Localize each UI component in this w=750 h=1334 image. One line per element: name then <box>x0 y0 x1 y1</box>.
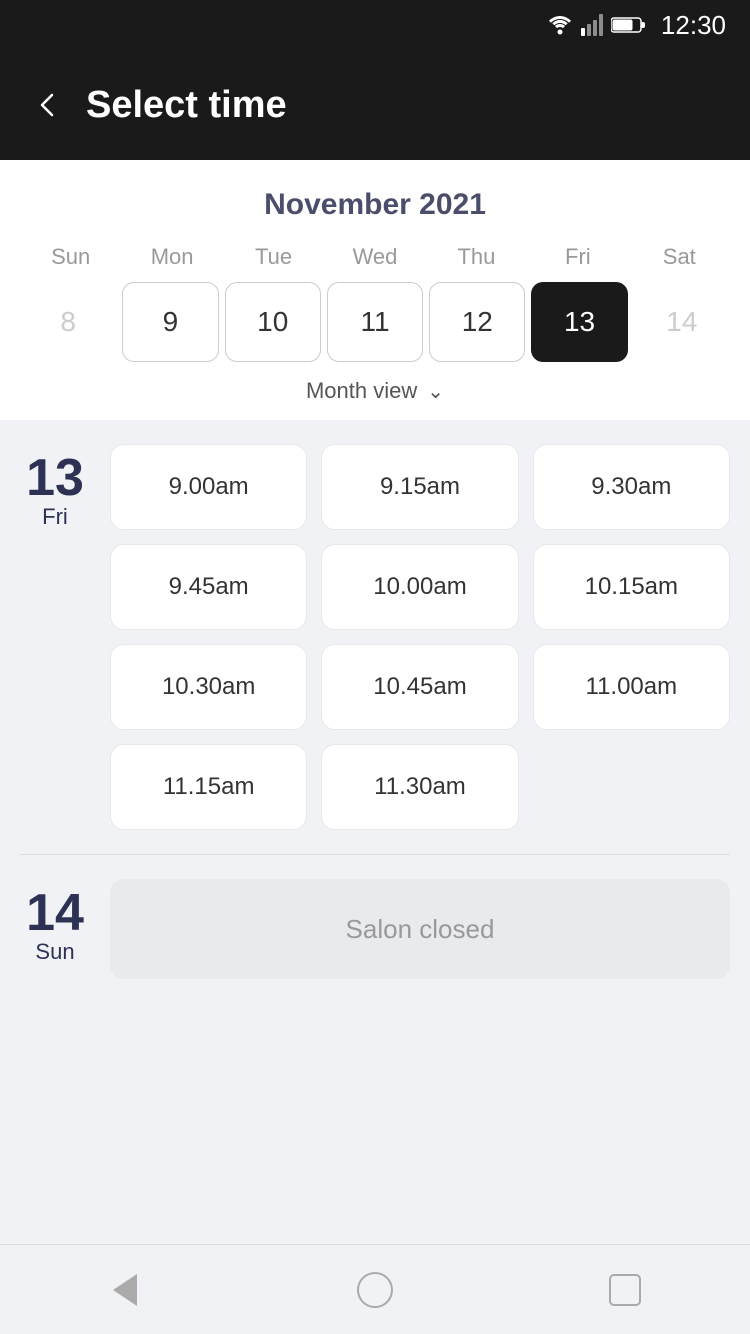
status-time: 12:30 <box>661 10 726 41</box>
time-slot-1000am[interactable]: 10.00am <box>321 544 518 630</box>
day-number-14: 14 <box>26 887 84 939</box>
day-label-13: 13 Fri <box>20 444 90 530</box>
weekday-mon: Mon <box>121 244 222 270</box>
time-slot-945am[interactable]: 9.45am <box>110 544 307 630</box>
recents-square-icon <box>609 1274 641 1306</box>
date-cell-9[interactable]: 9 <box>122 282 218 362</box>
month-year: November 2021 <box>20 188 730 222</box>
weekday-sat: Sat <box>629 244 730 270</box>
day-block-13: 13 Fri 9.00am9.15am9.30am9.45am10.00am10… <box>20 444 730 830</box>
back-button[interactable] <box>32 90 62 120</box>
date-cell-10[interactable]: 10 <box>225 282 321 362</box>
back-triangle-icon <box>113 1274 137 1306</box>
time-slots-grid-13: 9.00am9.15am9.30am9.45am10.00am10.15am10… <box>110 444 730 830</box>
time-slot-1030am[interactable]: 10.30am <box>110 644 307 730</box>
day-name-14: Sun <box>35 939 74 965</box>
nav-recents-button[interactable] <box>595 1260 655 1320</box>
month-view-label: Month view <box>306 378 417 404</box>
weekday-tue: Tue <box>223 244 324 270</box>
header: Select time <box>0 50 750 160</box>
time-slot-1130am[interactable]: 11.30am <box>321 744 518 830</box>
time-slot-1115am[interactable]: 11.15am <box>110 744 307 830</box>
date-cell-13[interactable]: 13 <box>531 282 627 362</box>
date-cell-8: 8 <box>20 282 116 362</box>
chevron-down-icon: ⌄ <box>427 379 444 404</box>
dates-row: 891011121314 <box>20 282 730 362</box>
time-section: 13 Fri 9.00am9.15am9.30am9.45am10.00am10… <box>0 420 750 1003</box>
weekday-fri: Fri <box>527 244 628 270</box>
time-slot-915am[interactable]: 9.15am <box>321 444 518 530</box>
day-number-13: 13 <box>26 452 84 504</box>
nav-back-button[interactable] <box>95 1260 155 1320</box>
divider <box>20 854 730 855</box>
date-cell-14: 14 <box>634 282 730 362</box>
time-slot-1100am[interactable]: 11.00am <box>533 644 730 730</box>
day-block-14: 14 Sun Salon closed <box>20 879 730 979</box>
page-title: Select time <box>86 84 287 127</box>
weekday-sun: Sun <box>20 244 121 270</box>
time-slot-900am[interactable]: 9.00am <box>110 444 307 530</box>
day-name-13: Fri <box>42 504 68 530</box>
date-cell-12[interactable]: 12 <box>429 282 525 362</box>
bottom-nav <box>0 1244 750 1334</box>
salon-closed-box: Salon closed <box>110 879 730 979</box>
status-bar: 12:30 <box>0 0 750 50</box>
salon-closed-label: Salon closed <box>346 914 495 945</box>
nav-home-button[interactable] <box>345 1260 405 1320</box>
signal-icon <box>581 14 603 36</box>
weekday-wed: Wed <box>324 244 425 270</box>
weekday-headers: Sun Mon Tue Wed Thu Fri Sat <box>20 244 730 270</box>
calendar-section: November 2021 Sun Mon Tue Wed Thu Fri Sa… <box>0 160 750 420</box>
date-cell-11[interactable]: 11 <box>327 282 423 362</box>
time-slot-1015am[interactable]: 10.15am <box>533 544 730 630</box>
battery-icon <box>611 16 645 34</box>
home-circle-icon <box>357 1272 393 1308</box>
time-slot-930am[interactable]: 9.30am <box>533 444 730 530</box>
status-icons: 12:30 <box>547 10 726 41</box>
weekday-thu: Thu <box>426 244 527 270</box>
month-view-toggle[interactable]: Month view ⌄ <box>20 378 730 404</box>
wifi-icon <box>547 15 573 35</box>
day-label-14: 14 Sun <box>20 879 90 965</box>
time-slot-1045am[interactable]: 10.45am <box>321 644 518 730</box>
